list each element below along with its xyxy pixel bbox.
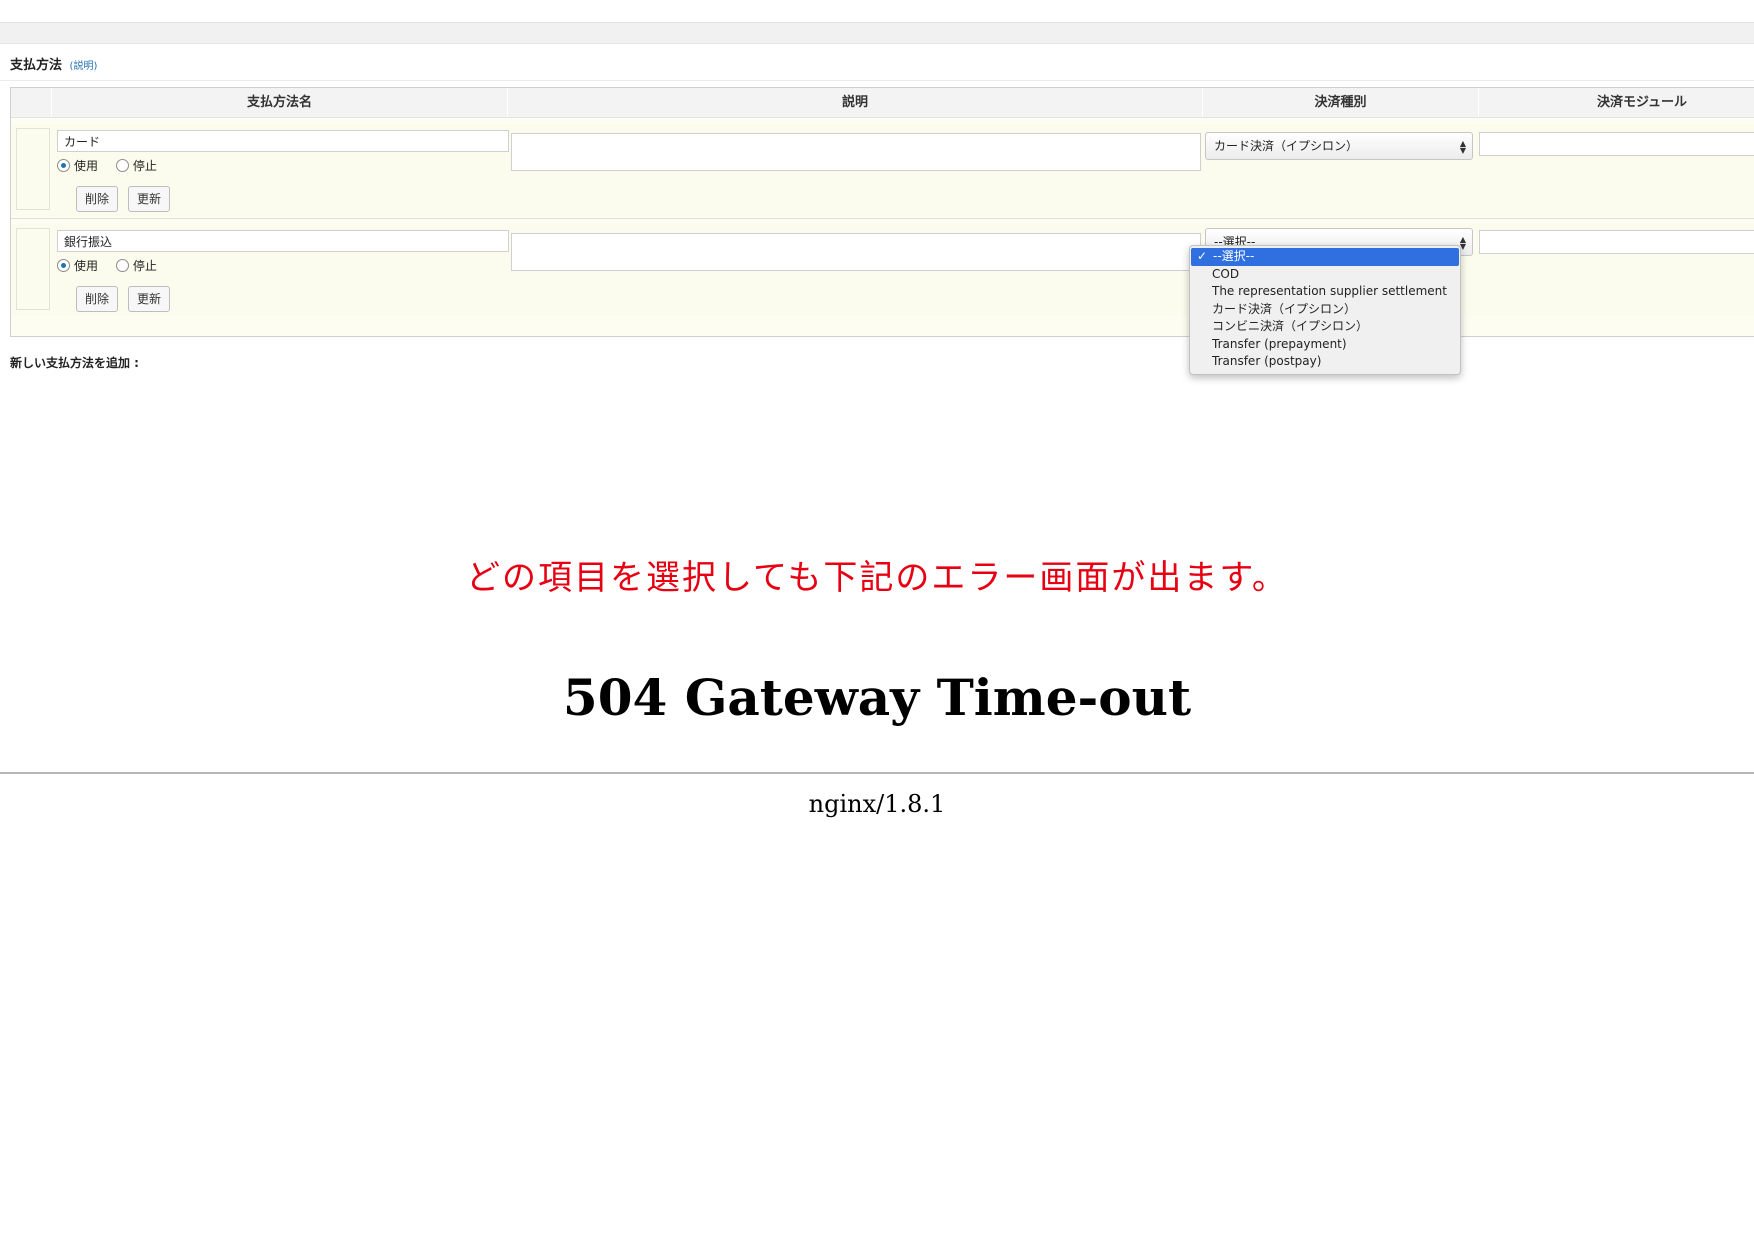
error-server-signature: nginx/1.8.1 [808,790,946,818]
radio-stop-label: 停止 [132,159,157,173]
radio-stop[interactable]: 停止 [115,257,157,274]
payment-name-input[interactable] [57,230,509,252]
radio-use[interactable]: 使用 [57,257,98,274]
status-radio-group: 使用 停止 [57,157,171,175]
error-title: 504 Gateway Time-out [562,668,1192,727]
update-button[interactable]: 更新 [128,186,171,212]
dropdown-option-label: --選択-- [1213,249,1255,263]
radio-use[interactable]: 使用 [57,157,98,174]
row-check-cell [16,128,50,210]
title-divider [0,80,1754,81]
delete-button[interactable]: 削除 [76,186,119,212]
sub-header-strip [0,23,1754,44]
radio-stop-dot[interactable] [115,259,129,272]
dropdown-option-cod[interactable]: COD [1190,266,1460,284]
dropdown-option-postpay[interactable]: Transfer (postpay) [1190,353,1460,371]
check-icon: ✓ [1197,249,1208,263]
dropdown-option-select[interactable]: ✓ --選択-- [1191,248,1459,266]
header-description: 説明 [507,88,1202,117]
table-header: 支払方法名 説明 決済種別 決済モジュール [11,88,1754,118]
radio-stop[interactable]: 停止 [115,157,157,174]
help-link[interactable]: (説明) [70,61,98,72]
payment-methods-table: 支払方法名 説明 決済種別 決済モジュール 使用 停止 削除 更新 カード決済（… [10,87,1754,337]
add-new-method-label: 新しい支払方法を追加 : [10,356,139,370]
header-name: 支払方法名 [51,88,507,117]
module-input[interactable] [1479,132,1754,156]
radio-stop-dot[interactable] [115,159,129,172]
row-check-cell [16,228,50,310]
radio-stop-label: 停止 [132,259,157,273]
dropdown-option-prepayment[interactable]: Transfer (prepayment) [1190,336,1460,354]
header-payment-type: 決済種別 [1202,88,1478,117]
payment-name-input[interactable] [57,130,509,152]
payment-type-select[interactable]: カード決済（イプシロン） ▲ ▼ [1205,132,1473,160]
table-row: 使用 停止 削除 更新 --選択-- ▲▼ [11,224,1754,316]
radio-use-label: 使用 [74,159,99,173]
status-radio-group: 使用 停止 [57,257,171,275]
row-divider [11,218,1754,219]
dropdown-option-convenience[interactable]: コンビニ決済（イプシロン） [1190,318,1460,336]
description-textarea[interactable] [511,233,1201,271]
dropdown-option-card[interactable]: カード決済（イプシロン） [1190,301,1460,319]
table-row: 使用 停止 削除 更新 カード決済（イプシロン） ▲▼ [11,124,1754,216]
radio-use-dot[interactable] [57,259,70,272]
dropdown-option-representation[interactable]: The representation supplier settlement [1190,283,1460,301]
select-arrows-icon: ▲ ▼ [1459,139,1466,155]
update-button[interactable]: 更新 [128,286,171,312]
error-notice-annotation: どの項目を選択しても下記のエラー画面が出ます。 [466,558,1288,598]
description-textarea[interactable] [511,133,1201,171]
radio-use-dot[interactable] [57,159,70,172]
section-title: 支払方法 (説明) [10,54,97,73]
header-check-column [11,88,50,117]
payment-type-dropdown-list[interactable]: ✓ --選択-- COD The representation supplier… [1189,245,1461,375]
module-input[interactable] [1479,230,1754,254]
radio-use-label: 使用 [74,259,99,273]
header-module: 決済モジュール [1478,88,1754,117]
top-admin-bar [0,0,1754,23]
section-title-text: 支払方法 [10,58,63,73]
delete-button[interactable]: 削除 [76,286,119,312]
payment-type-value: カード決済（イプシロン） [1214,139,1359,153]
error-divider [0,772,1754,774]
